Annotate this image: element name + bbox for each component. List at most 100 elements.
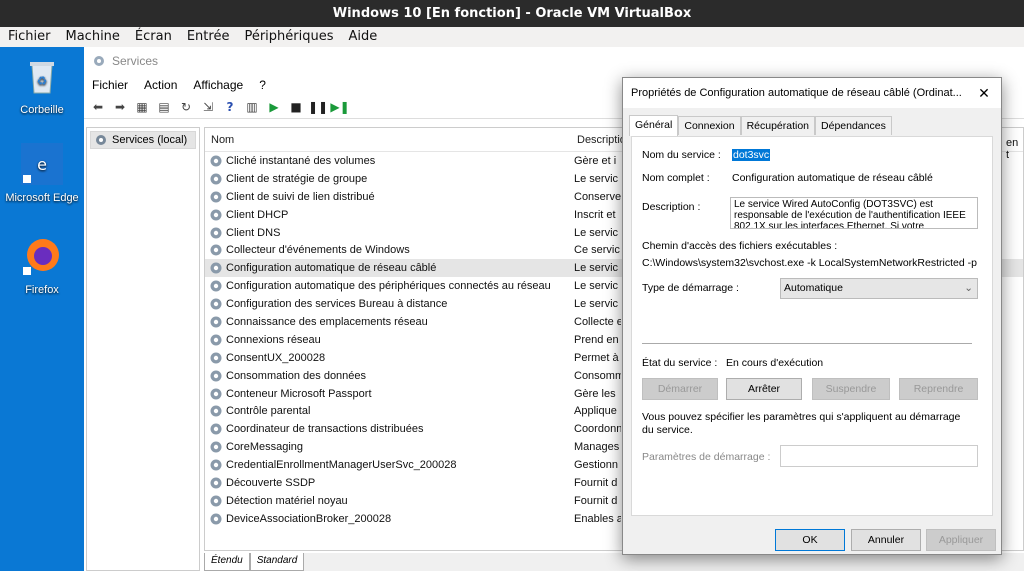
stop-service-icon[interactable]: ■ <box>286 97 306 117</box>
service-gear-icon <box>210 316 222 328</box>
service-name: Découverte SSDP <box>226 476 316 489</box>
dialog-title: Propriétés de Configuration automatique … <box>631 87 962 99</box>
service-name-cell: Collecteur d'événements de Windows <box>205 243 571 257</box>
stop-button[interactable]: Arrêter <box>726 378 802 400</box>
service-gear-icon <box>210 477 222 489</box>
virtualbox-title-bar: Windows 10 [En fonction] - Oracle VM Vir… <box>0 0 1024 27</box>
vb-menu-aide[interactable]: Aide <box>341 27 385 47</box>
dialog-title-bar: Propriétés de Configuration automatique … <box>623 78 1001 108</box>
service-description: Le servic <box>574 172 619 185</box>
service-gear-icon <box>210 155 222 167</box>
forward-arrow-icon[interactable]: ➡ <box>110 97 130 117</box>
start-service-icon[interactable]: ▶ <box>264 97 284 117</box>
service-description: Le servic <box>574 298 619 311</box>
service-description: Collecte e <box>574 315 621 328</box>
params-label: Paramètres de démarrage : <box>642 451 771 463</box>
service-name-cell: Détection matériel noyau <box>205 494 571 508</box>
service-description: Ce servic <box>574 244 620 257</box>
tree-item-label: Services (local) <box>112 134 188 146</box>
show-hide-icon[interactable]: ▥ <box>242 97 262 117</box>
vb-menu-ecran[interactable]: Écran <box>127 27 179 47</box>
tab-general[interactable]: Général <box>629 115 679 136</box>
startup-type-label: Type de démarrage : <box>642 282 739 294</box>
display-name-label: Nom complet : <box>642 172 710 184</box>
service-description: Conserve <box>574 190 621 203</box>
service-description: Le servic <box>574 280 619 293</box>
service-name-cell: Découverte SSDP <box>205 476 571 490</box>
service-gear-icon <box>210 405 222 417</box>
service-gear-icon <box>210 298 222 310</box>
service-description: Inscrit et <box>574 208 616 221</box>
service-description: Le servic <box>574 262 619 275</box>
description-box[interactable]: Le service Wired AutoConfig (DOT3SVC) es… <box>730 197 978 229</box>
service-name: Conteneur Microsoft Passport <box>226 387 372 400</box>
tab-connexion[interactable]: Connexion <box>678 116 741 135</box>
tab-etendu[interactable]: Étendu <box>204 553 250 571</box>
svc-menu-affichage[interactable]: Affichage <box>193 75 251 95</box>
general-panel: Nom du service : dot3svc Nom complet : C… <box>631 136 993 516</box>
refresh-icon[interactable]: ↻ <box>176 97 196 117</box>
service-name-cell: Cliché instantané des volumes <box>205 154 571 168</box>
close-icon[interactable]: ✕ <box>967 85 1001 102</box>
ok-button[interactable]: OK <box>775 529 845 551</box>
pause-service-icon[interactable]: ❚❚ <box>308 97 328 117</box>
service-name-label: Nom du service : <box>642 149 721 161</box>
description-label: Description : <box>642 201 701 213</box>
vb-menu-peripheriques[interactable]: Périphériques <box>236 27 340 47</box>
console-tree-icon[interactable]: ▦ <box>132 97 152 117</box>
svc-menu-action[interactable]: Action <box>144 75 185 95</box>
service-gear-icon <box>210 262 222 274</box>
service-name: Client de suivi de lien distribué <box>226 190 375 203</box>
resume-button[interactable]: Reprendre <box>899 378 978 400</box>
help-icon[interactable]: ? <box>220 97 240 117</box>
service-name-cell: Configuration automatique des périphériq… <box>205 279 571 293</box>
virtualbox-menu-bar: Fichier Machine Écran Entrée Périphériqu… <box>0 27 1024 47</box>
start-button[interactable]: Démarrer <box>642 378 718 400</box>
console-tree: Services (local) <box>86 127 200 571</box>
desktop: ♻ Corbeille e Microsoft Edge Firefox <box>0 47 84 571</box>
vb-menu-fichier[interactable]: Fichier <box>0 27 58 47</box>
tab-dependances[interactable]: Dépendances <box>815 116 892 135</box>
service-gear-icon <box>210 227 222 238</box>
services-title: Services <box>112 54 159 68</box>
services-gear-icon <box>96 135 106 145</box>
svc-menu-fichier[interactable]: Fichier <box>92 75 136 95</box>
service-gear-icon <box>210 209 222 221</box>
desktop-icon-firefox[interactable]: Firefox <box>0 235 84 296</box>
params-input[interactable] <box>780 445 978 467</box>
service-name-cell: Coordinateur de transactions distribuées <box>205 422 571 436</box>
back-arrow-icon[interactable]: ⬅ <box>88 97 108 117</box>
desktop-icon-recycle-bin[interactable]: ♻ Corbeille <box>0 55 84 116</box>
service-name-cell: Client DHCP <box>205 208 571 222</box>
suspend-button[interactable]: Suspendre <box>812 378 890 400</box>
service-name: Client de stratégie de groupe <box>226 172 368 185</box>
vb-menu-entree[interactable]: Entrée <box>179 27 237 47</box>
svc-menu-help[interactable]: ? <box>259 75 274 95</box>
service-name-cell: Conteneur Microsoft Passport <box>205 387 571 401</box>
startup-type-select[interactable]: Automatique ⌄ <box>780 278 978 299</box>
export-icon[interactable]: ⇲ <box>198 97 218 117</box>
service-description: Fournit d <box>574 476 618 489</box>
service-name-cell: Configuration des services Bureau à dist… <box>205 297 571 311</box>
column-header-name[interactable]: Nom <box>205 128 571 151</box>
service-name: Détection matériel noyau <box>226 494 348 507</box>
properties-icon[interactable]: ▤ <box>154 97 174 117</box>
vb-menu-machine[interactable]: Machine <box>58 27 127 47</box>
services-title-bar: Services <box>84 47 1024 75</box>
cancel-button[interactable]: Annuler <box>851 529 921 551</box>
service-name-cell: Contrôle parental <box>205 404 571 418</box>
tree-item-services-local[interactable]: Services (local) <box>90 131 196 149</box>
apply-button[interactable]: Appliquer <box>926 529 996 551</box>
tab-standard[interactable]: Standard <box>249 553 305 571</box>
service-name-value[interactable]: dot3svc <box>732 149 771 161</box>
service-gear-icon <box>210 191 222 203</box>
service-description: Prend en <box>574 333 619 346</box>
service-description: Permet à <box>574 351 619 364</box>
tab-recuperation[interactable]: Récupération <box>740 116 816 135</box>
properties-dialog: Propriétés de Configuration automatique … <box>622 77 1002 555</box>
restart-service-icon[interactable]: ▶❚ <box>330 97 350 117</box>
service-description: Consomm <box>574 369 621 382</box>
desktop-icon-edge[interactable]: e Microsoft Edge <box>0 143 84 204</box>
params-note: Vous pouvez spécifier les paramètres qui… <box>642 411 961 436</box>
services-gear-icon <box>94 56 104 66</box>
